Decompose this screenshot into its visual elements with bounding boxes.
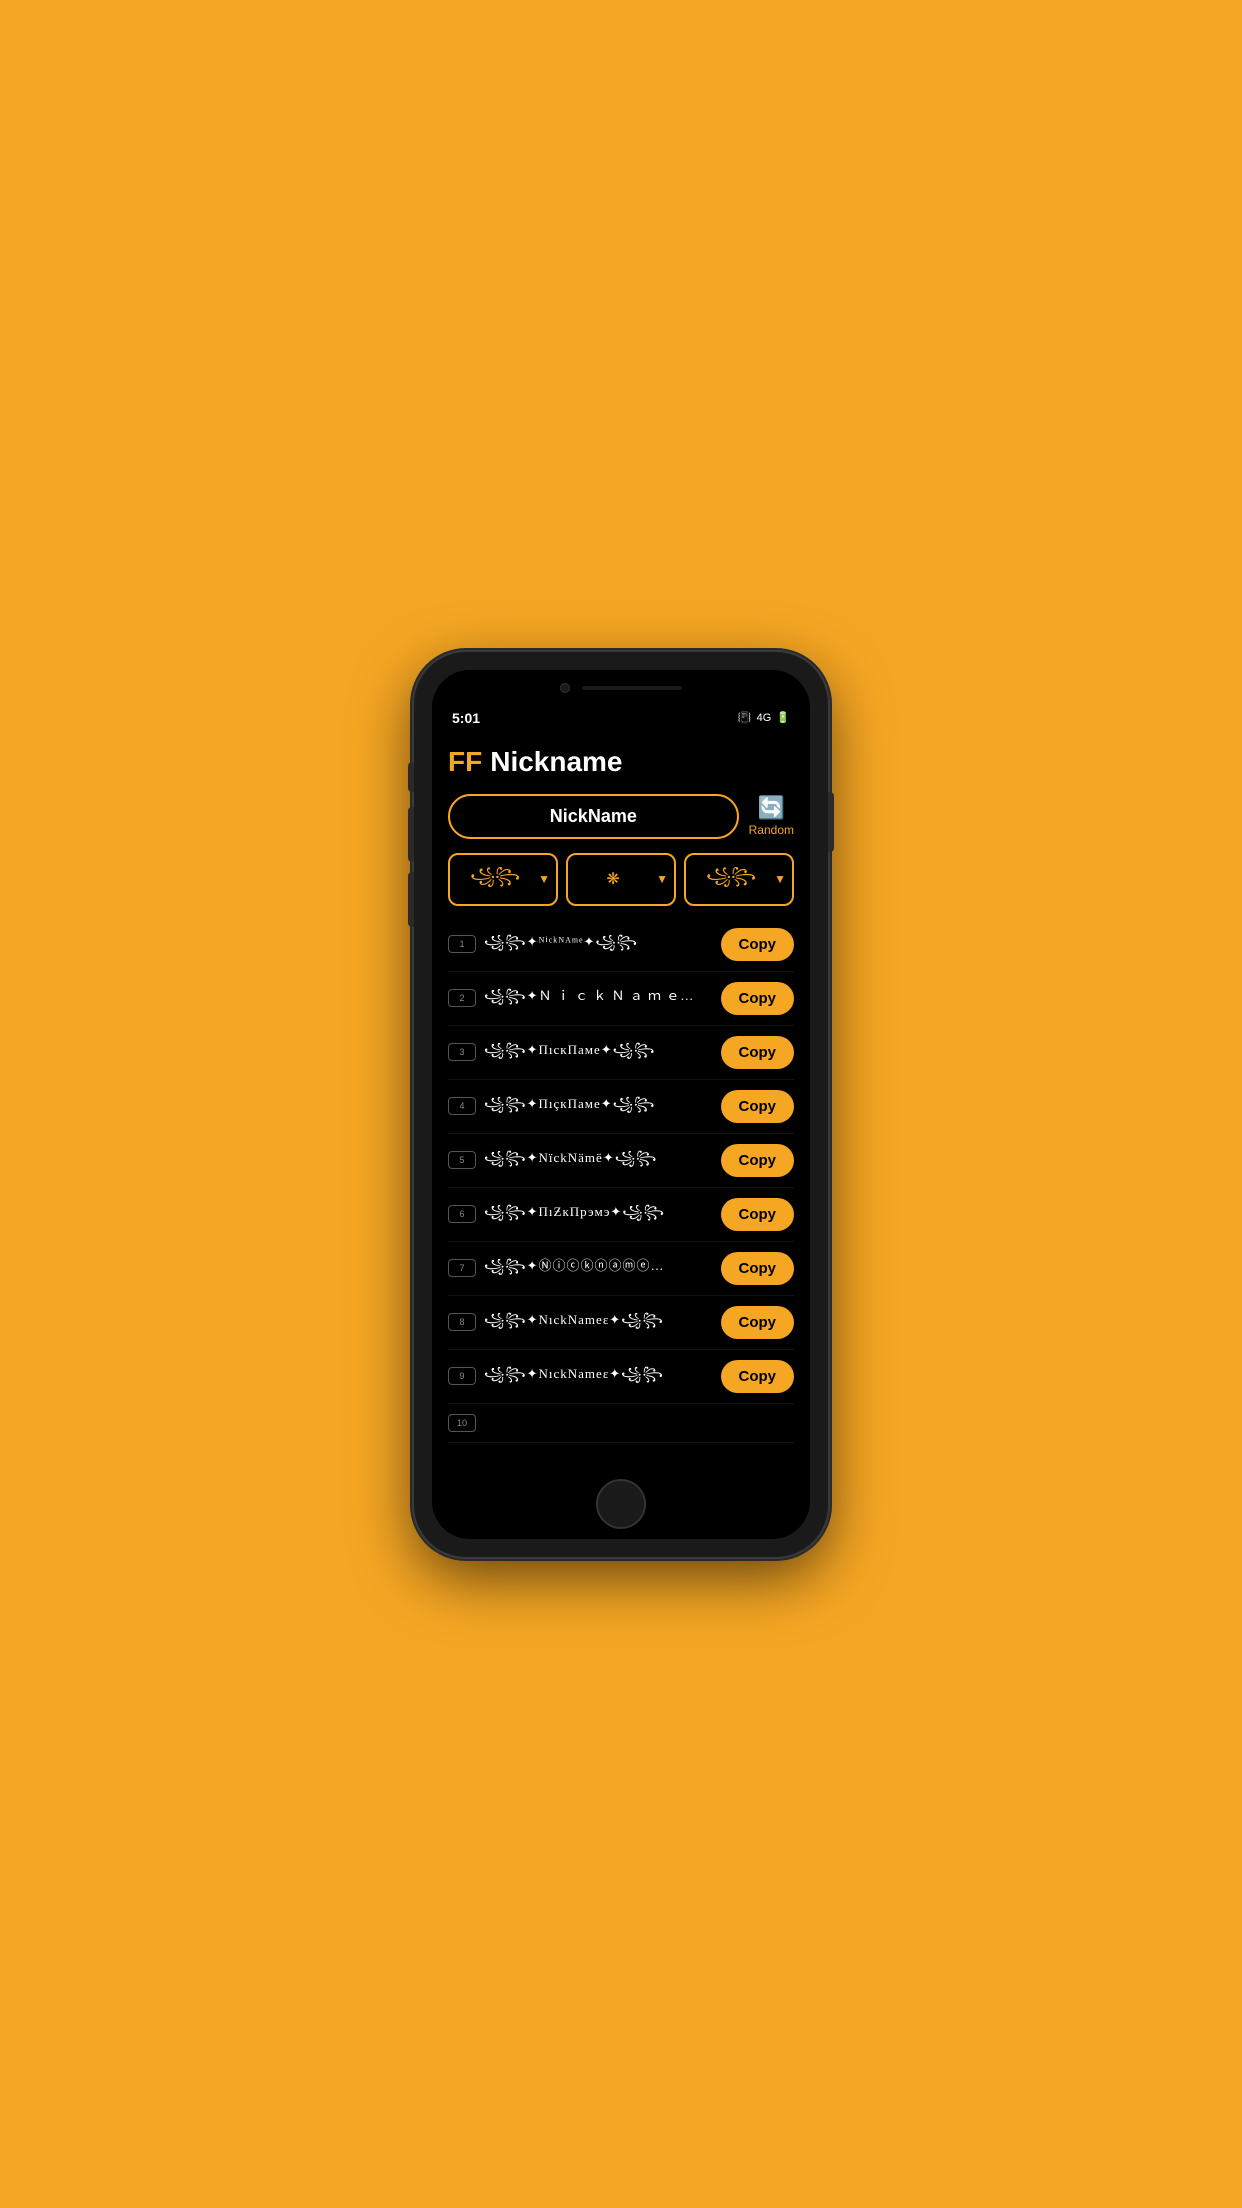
nickname-display: ꧁꧂✦NıckNameε✦꧁꧂ xyxy=(484,1309,713,1336)
random-label: Random xyxy=(749,823,794,837)
signal-icon: 4G xyxy=(757,712,772,724)
notch-bar xyxy=(582,686,682,690)
filter-symbol-2: ❋ xyxy=(574,869,652,889)
filter-symbol-1: ꧁꧂ xyxy=(456,863,534,896)
home-button[interactable] xyxy=(596,1479,646,1529)
list-item: 6 ꧁꧂✦ΠıƵкΠрэмэ✦꧁꧂ Copy xyxy=(448,1188,794,1242)
row-number: 9 xyxy=(448,1367,476,1385)
copy-button[interactable]: Copy xyxy=(721,1360,795,1393)
list-item: 7 ꧁꧂✦Ⓝⓘⓒⓚⓝⓐⓜⓔ… Copy xyxy=(448,1242,794,1296)
list-item: 1 ꧁꧂✦ᴺⁱᶜᵏᴺᴬᵐᵉ✦꧁꧂ Copy xyxy=(448,918,794,972)
copy-button[interactable]: Copy xyxy=(721,1144,795,1177)
nickname-display: ꧁꧂✦NıckNameε✦꧁꧂ xyxy=(484,1363,713,1390)
row-number: 10 xyxy=(448,1414,476,1432)
row-number: 6 xyxy=(448,1205,476,1223)
list-item: 10 xyxy=(448,1404,794,1443)
list-item: 9 ꧁꧂✦NıckNameε✦꧁꧂ Copy xyxy=(448,1350,794,1404)
list-item: 2 ꧁꧂✦Ｎ ｉ ｃ ｋ Ｎ ａ ｍ ｅ… Copy xyxy=(448,972,794,1026)
filter-row: ꧁꧂ ▼ ❋ ▼ ꧁꧂ ▼ xyxy=(448,853,794,906)
row-number: 1 xyxy=(448,935,476,953)
camera-icon xyxy=(560,683,570,693)
app-content: FF Nickname 🔄 Random ꧁꧂ ▼ ❋ ▼ xyxy=(432,732,810,1463)
nickname-display: ꧁꧂✦Ｎ ｉ ｃ ｋ Ｎ ａ ｍ ｅ… xyxy=(484,985,713,1012)
vibrate-icon: 📳 xyxy=(738,711,752,724)
chevron-down-icon-3: ▼ xyxy=(774,872,786,886)
nickname-input[interactable] xyxy=(448,794,739,839)
row-number: 4 xyxy=(448,1097,476,1115)
power-button xyxy=(828,792,834,852)
copy-button[interactable]: Copy xyxy=(721,1198,795,1231)
filter-btn-1[interactable]: ꧁꧂ ▼ xyxy=(448,853,558,906)
filter-btn-2[interactable]: ❋ ▼ xyxy=(566,853,676,906)
status-bar: 5:01 📳 4G 🔋 xyxy=(432,706,810,732)
status-time: 5:01 xyxy=(452,710,480,726)
chevron-down-icon-1: ▼ xyxy=(538,872,550,886)
home-indicator-area xyxy=(432,1463,810,1539)
copy-button[interactable]: Copy xyxy=(721,1090,795,1123)
battery-icon: 🔋 xyxy=(776,711,790,724)
nickname-display: ꧁꧂✦ΠıƵкΠрэмэ✦꧁꧂ xyxy=(484,1201,713,1228)
copy-button[interactable]: Copy xyxy=(721,1306,795,1339)
chevron-down-icon-2: ▼ xyxy=(656,872,668,886)
mute-button xyxy=(408,762,414,792)
filter-btn-3[interactable]: ꧁꧂ ▼ xyxy=(684,853,794,906)
list-item: 5 ꧁꧂✦NïckNämë✦꧁꧂ Copy xyxy=(448,1134,794,1188)
random-button[interactable]: 🔄 Random xyxy=(749,795,794,837)
list-item: 3 ꧁꧂✦ПıcкПаме✦꧁꧂ Copy xyxy=(448,1026,794,1080)
nickname-display: ꧁꧂✦ПıcкПаме✦꧁꧂ xyxy=(484,1039,713,1066)
nickname-display: ꧁꧂✦NïckNämë✦꧁꧂ xyxy=(484,1147,713,1174)
row-number: 2 xyxy=(448,989,476,1007)
title-nickname: Nickname xyxy=(490,746,622,778)
nickname-display: ꧁꧂✦ПıçкПаме✦꧁꧂ xyxy=(484,1093,713,1120)
list-item: 8 ꧁꧂✦NıckNameε✦꧁꧂ Copy xyxy=(448,1296,794,1350)
nickname-input-row: 🔄 Random xyxy=(448,794,794,839)
row-number: 5 xyxy=(448,1151,476,1169)
copy-button[interactable]: Copy xyxy=(721,928,795,961)
volume-up-button xyxy=(408,807,414,862)
phone-notch xyxy=(432,670,810,706)
volume-down-button xyxy=(408,872,414,927)
copy-button[interactable]: Copy xyxy=(721,1252,795,1285)
phone-frame: 5:01 📳 4G 🔋 FF Nickname 🔄 Random xyxy=(414,652,828,1557)
copy-button[interactable]: Copy xyxy=(721,1036,795,1069)
status-icons: 📳 4G 🔋 xyxy=(738,711,790,724)
row-number: 3 xyxy=(448,1043,476,1061)
nickname-display: ꧁꧂✦Ⓝⓘⓒⓚⓝⓐⓜⓔ… xyxy=(484,1255,713,1282)
row-number: 8 xyxy=(448,1313,476,1331)
filter-symbol-3: ꧁꧂ xyxy=(692,863,770,896)
phone-screen: 5:01 📳 4G 🔋 FF Nickname 🔄 Random xyxy=(432,670,810,1539)
nickname-list: 1 ꧁꧂✦ᴺⁱᶜᵏᴺᴬᵐᵉ✦꧁꧂ Copy 2 ꧁꧂✦Ｎ ｉ ｃ ｋ Ｎ ａ ｍ… xyxy=(448,918,794,1443)
nickname-display: ꧁꧂✦ᴺⁱᶜᵏᴺᴬᵐᵉ✦꧁꧂ xyxy=(484,931,713,958)
row-number: 7 xyxy=(448,1259,476,1277)
app-title: FF Nickname xyxy=(448,746,794,778)
random-icon: 🔄 xyxy=(758,795,785,821)
list-item: 4 ꧁꧂✦ПıçкПаме✦꧁꧂ Copy xyxy=(448,1080,794,1134)
title-ff: FF xyxy=(448,746,482,778)
copy-button[interactable]: Copy xyxy=(721,982,795,1015)
